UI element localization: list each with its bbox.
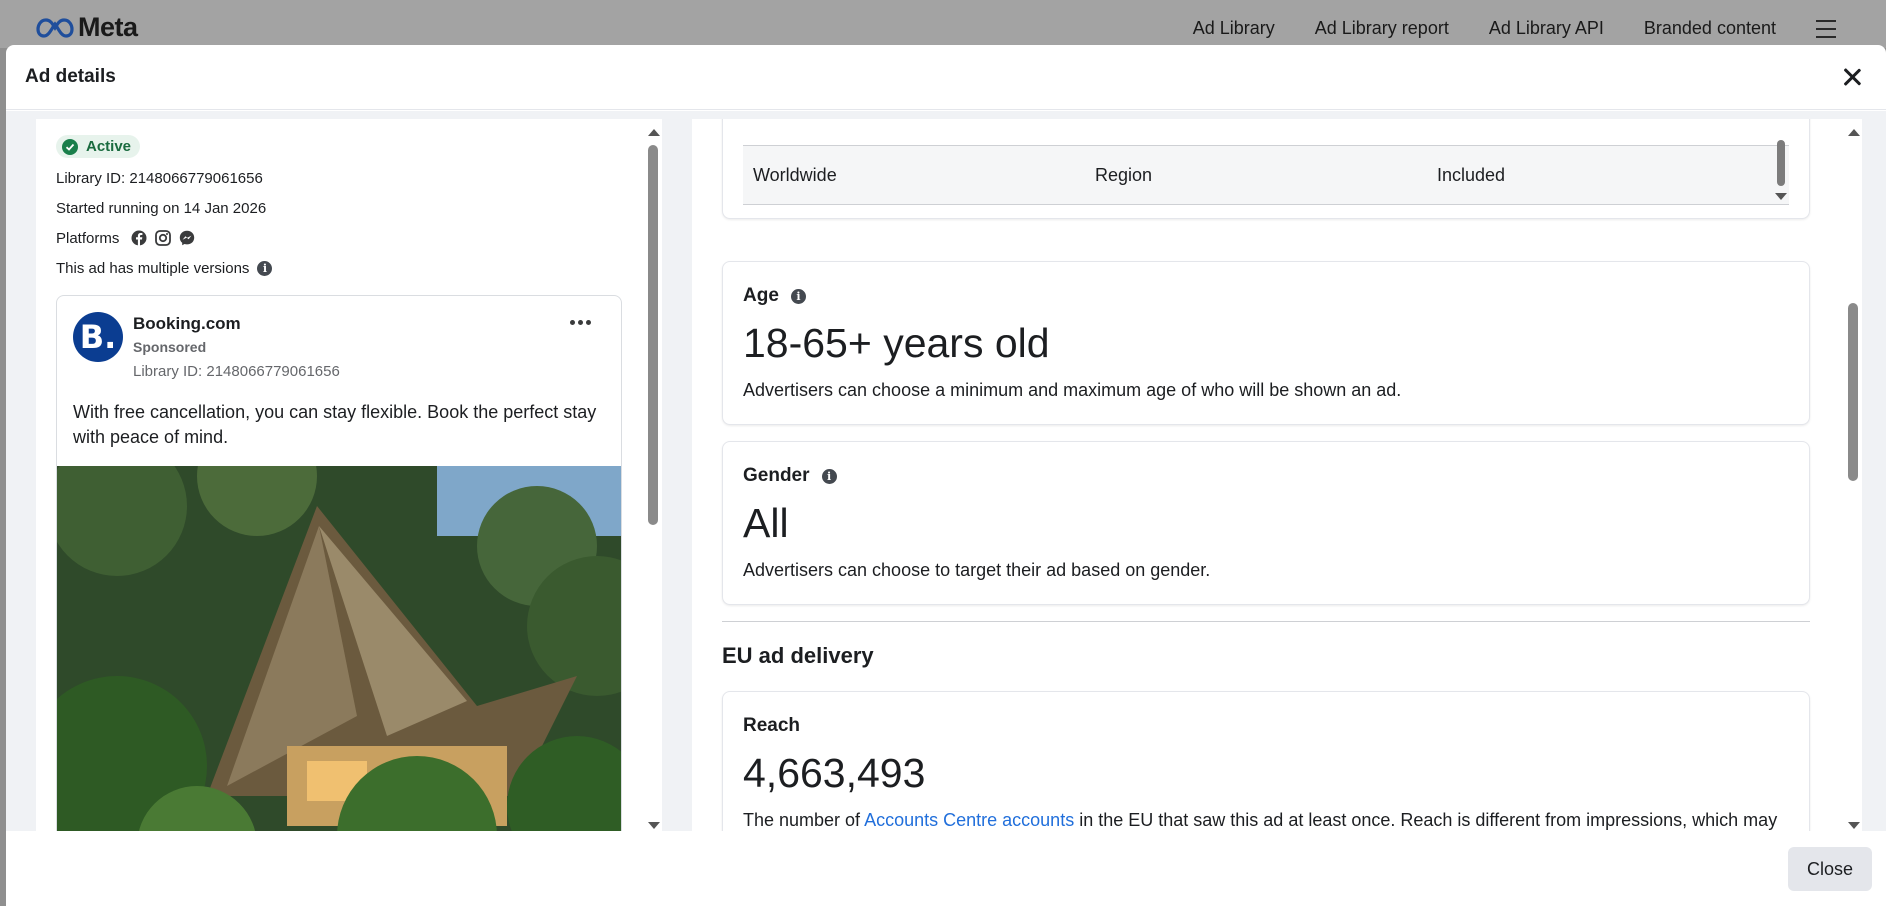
section-divider (722, 621, 1810, 622)
started-running: Started running on 14 Jan 2026 (56, 199, 267, 217)
nav-ad-library[interactable]: Ad Library (1193, 18, 1275, 39)
right-scrollbar[interactable] (1844, 119, 1862, 839)
eu-delivery-heading: EU ad delivery (722, 643, 874, 668)
scroll-up-arrow-icon[interactable] (648, 129, 660, 136)
reach-label: Reach (743, 715, 801, 736)
nav-branded-content[interactable]: Branded content (1644, 18, 1776, 39)
ad-creative-image (57, 466, 621, 854)
age-description: Advertisers can choose a minimum and max… (743, 380, 1402, 400)
scroll-thumb[interactable] (648, 145, 658, 525)
platforms-label: Platforms (56, 229, 120, 247)
reach-desc-pre: The number of (743, 810, 865, 830)
ad-preview-card: B. Booking.com Sponsored Library ID: 214… (56, 295, 622, 855)
gender-label: Gender (743, 465, 810, 486)
meta-logo[interactable]: Meta (36, 12, 138, 43)
info-icon[interactable]: i (790, 288, 806, 304)
meta-infinity-icon (36, 17, 74, 38)
gender-card: Gender i All Advertisers can choose to t… (722, 441, 1810, 605)
advertiser-name[interactable]: Booking.com (133, 314, 340, 334)
reach-description: The number of Accounts Centre accounts i… (743, 810, 1777, 831)
ad-preview-header: B. Booking.com Sponsored Library ID: 214… (57, 296, 621, 400)
age-label: Age (743, 285, 779, 306)
ad-library-id: Library ID: 2148066779061656 (133, 363, 340, 380)
avatar[interactable]: B. (73, 312, 123, 362)
scroll-down-arrow-icon[interactable] (1848, 822, 1860, 829)
modal-title: Ad details (25, 66, 116, 87)
library-id: Library ID: 2148066779061656 (56, 169, 263, 187)
age-card: Age i 18-65+ years old Advertisers can c… (722, 261, 1810, 425)
instagram-icon (155, 230, 172, 246)
ad-summary-panel: Active Library ID: 2148066779061656 Star… (36, 119, 644, 855)
status-text: Active (86, 138, 132, 155)
reach-desc-post: in the EU that saw this ad at least once… (1074, 810, 1778, 830)
close-button[interactable]: Close (1788, 847, 1872, 891)
platforms-row: Platforms (56, 229, 644, 247)
ad-body-text: With free cancellation, you can stay fle… (73, 402, 597, 447)
ad-details-panel: Worldwide Region Included Age i 18-65+ y… (692, 119, 1852, 839)
location-status: Included (1437, 164, 1506, 185)
modal-header: Ad details (6, 45, 1886, 110)
meta-logo-text: Meta (78, 12, 138, 42)
nav-ad-library-report[interactable]: Ad Library report (1315, 18, 1449, 39)
gender-value: All (743, 500, 789, 546)
age-value: 18-65+ years old (743, 320, 1050, 366)
versions-row: This ad has multiple versions i (56, 259, 644, 277)
versions-note: This ad has multiple versions (56, 259, 250, 277)
table-scroll-thumb[interactable] (1777, 140, 1785, 186)
status-badge: Active (56, 135, 141, 158)
messenger-icon (180, 230, 195, 246)
info-icon[interactable]: i (257, 260, 273, 276)
nav-ad-library-api[interactable]: Ad Library API (1489, 18, 1604, 39)
sponsored-label: Sponsored (133, 339, 207, 355)
scroll-thumb[interactable] (1848, 303, 1858, 481)
close-icon[interactable] (1838, 63, 1866, 91)
info-icon[interactable]: i (821, 468, 837, 484)
menu-icon[interactable] (1816, 19, 1836, 38)
location-name: Worldwide (753, 164, 837, 185)
accounts-centre-link[interactable]: Accounts Centre accounts (864, 810, 1074, 830)
ad-details-modal: Ad details Active Library ID: 2148066779… (6, 45, 1886, 906)
left-scrollbar[interactable] (644, 119, 662, 839)
location-card: Worldwide Region Included (722, 119, 1810, 219)
top-nav-links: Ad Library Ad Library report Ad Library … (1193, 18, 1886, 39)
modal-footer: Close (6, 831, 1886, 906)
scroll-up-arrow-icon[interactable] (1848, 129, 1860, 136)
location-table-row: Worldwide Region Included (743, 140, 1789, 205)
reach-value: 4,663,493 (743, 750, 926, 796)
reach-card: Reach 4,663,493 The number of Accounts C… (722, 691, 1810, 839)
location-type: Region (1095, 164, 1153, 185)
facebook-icon (131, 230, 147, 246)
gender-description: Advertisers can choose to target their a… (743, 560, 1211, 580)
more-options-icon[interactable] (570, 320, 591, 325)
scroll-down-arrow-icon[interactable] (648, 822, 660, 829)
check-circle-icon (62, 138, 78, 155)
top-navigation-bar: Meta Ad Library Ad Library report Ad Lib… (0, 0, 1886, 48)
table-scroll-down-icon[interactable] (1775, 193, 1787, 200)
